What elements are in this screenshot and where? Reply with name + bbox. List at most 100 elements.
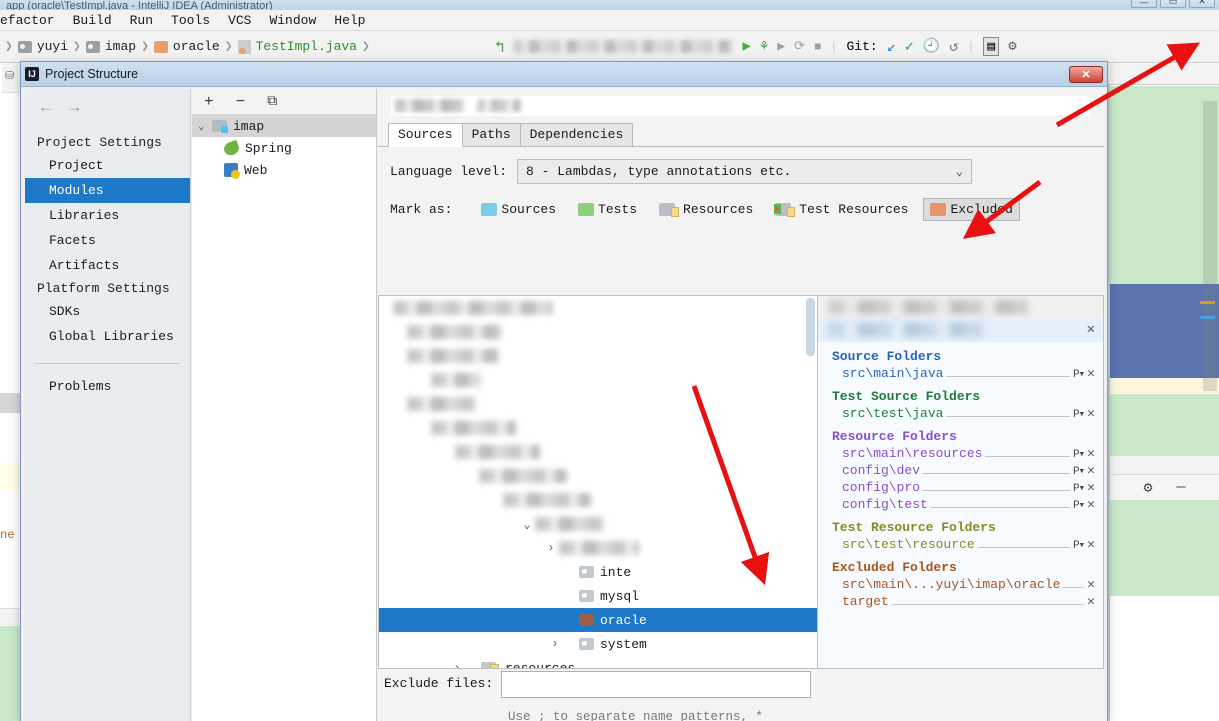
update-project-icon[interactable]: ↙ xyxy=(887,37,896,56)
package-prefix-icon[interactable]: P▾ xyxy=(1073,498,1085,512)
folders-panel-selected-row[interactable]: ✕ xyxy=(818,318,1103,342)
debug-icon[interactable]: ⚘ xyxy=(760,38,768,55)
sidebar-item-libraries[interactable]: Libraries xyxy=(25,203,190,228)
forward-icon[interactable]: → xyxy=(69,99,79,118)
tab-dependencies[interactable]: Dependencies xyxy=(519,123,634,146)
module-name-field[interactable] xyxy=(390,95,1090,117)
tree-row[interactable] xyxy=(379,440,817,464)
commit-icon[interactable]: ✓ xyxy=(905,37,914,56)
back-icon[interactable]: ← xyxy=(41,99,51,118)
folder-entry[interactable]: config\dev P▾ ✕ xyxy=(818,462,1103,479)
sidebar-item-global-libraries[interactable]: Global Libraries xyxy=(25,324,190,349)
tree-row-mysql[interactable]: mysql xyxy=(379,584,817,608)
tree-row[interactable] xyxy=(379,296,817,320)
settings-icon[interactable]: ⚙ xyxy=(1008,38,1016,55)
remove-icon[interactable]: ✕ xyxy=(1087,594,1095,609)
package-prefix-icon[interactable]: P▾ xyxy=(1073,481,1085,495)
folder-entry[interactable]: target ✕ xyxy=(818,593,1103,610)
tree-row[interactable] xyxy=(379,464,817,488)
menu-build[interactable]: Build xyxy=(73,13,112,28)
tree-row-inte[interactable]: inte xyxy=(379,560,817,584)
package-prefix-icon[interactable]: P▾ xyxy=(1073,464,1085,478)
minimize-button[interactable]: — xyxy=(1131,0,1157,8)
close-button[interactable]: ✕ xyxy=(1189,0,1215,8)
minimap-scrollbar[interactable] xyxy=(1203,101,1217,391)
back-arrow-icon[interactable]: ↰ xyxy=(495,37,505,57)
folder-entry[interactable]: src\main\java P▾ ✕ xyxy=(818,365,1103,382)
package-prefix-icon[interactable]: P▾ xyxy=(1073,447,1085,461)
run-gray-icon[interactable]: ▶ xyxy=(777,39,785,54)
sidebar-item-project[interactable]: Project xyxy=(25,153,190,178)
menu-tools[interactable]: Tools xyxy=(171,13,210,28)
tree-row[interactable]: ⌄ xyxy=(379,512,817,536)
remove-icon[interactable]: ✕ xyxy=(1087,366,1095,381)
folder-entry[interactable]: src\test\resource P▾ ✕ xyxy=(818,536,1103,553)
chevron-down-icon[interactable]: ⌄ xyxy=(956,164,963,179)
breadcrumb-item-oracle[interactable]: oracle xyxy=(173,39,220,54)
remove-icon[interactable]: ✕ xyxy=(1087,497,1095,512)
remove-icon[interactable]: ✕ xyxy=(1087,406,1095,421)
menu-run[interactable]: Run xyxy=(130,13,153,28)
run-configuration-selector[interactable] xyxy=(513,40,734,53)
breadcrumb-item-testimpl[interactable]: TestImpl.java xyxy=(256,39,357,54)
package-prefix-icon[interactable]: P▾ xyxy=(1073,407,1085,421)
breadcrumb-item-yuyi[interactable]: yuyi xyxy=(37,39,68,54)
folder-entry[interactable]: src\main\...yuyi\imap\oracle ✕ xyxy=(818,576,1103,593)
folder-entry[interactable]: src\main\resources P▾ ✕ xyxy=(818,445,1103,462)
remove-module-button[interactable]: − xyxy=(236,93,246,111)
gear-icon[interactable]: ⚙ xyxy=(1143,478,1152,497)
package-prefix-icon[interactable]: P▾ xyxy=(1073,367,1085,381)
remove-icon[interactable]: ✕ xyxy=(1087,537,1095,552)
folder-entry[interactable]: config\test P▾ ✕ xyxy=(818,496,1103,513)
dialog-close-button[interactable]: ✕ xyxy=(1069,65,1103,83)
tree-row[interactable] xyxy=(379,488,817,512)
tree-row[interactable] xyxy=(379,320,817,344)
breadcrumb-item-imap[interactable]: imap xyxy=(105,39,136,54)
tree-row[interactable] xyxy=(379,392,817,416)
mark-as-test-resources-button[interactable]: Test Resources xyxy=(768,198,915,221)
mark-as-tests-button[interactable]: Tests xyxy=(571,198,644,221)
remove-icon[interactable]: ✕ xyxy=(1087,321,1095,338)
remove-icon[interactable]: ✕ xyxy=(1087,480,1095,495)
minimize-icon[interactable]: — xyxy=(1177,479,1186,496)
tree-scrollbar[interactable] xyxy=(806,298,815,356)
tree-row[interactable]: › xyxy=(379,536,817,560)
remove-icon[interactable]: ✕ xyxy=(1087,463,1095,478)
mark-as-resources-button[interactable]: Resources xyxy=(652,198,760,221)
language-level-select[interactable]: 8 - Lambdas, type annotations etc. ⌄ xyxy=(517,159,973,184)
menu-window[interactable]: Window xyxy=(269,13,316,28)
module-tree-item-imap[interactable]: ⌄ imap xyxy=(192,115,376,137)
chevron-down-icon[interactable]: ⌄ xyxy=(519,517,535,532)
maximize-button[interactable]: ▭ xyxy=(1160,0,1186,8)
content-root-tree[interactable]: ⌄ › inte mysql oracle › system › resourc… xyxy=(378,295,818,669)
menu-refactor[interactable]: efactor xyxy=(0,13,55,28)
remove-icon[interactable]: ✕ xyxy=(1087,446,1095,461)
chevron-down-icon[interactable]: ⌄ xyxy=(198,119,212,133)
module-tree-item-web[interactable]: Web xyxy=(192,159,376,181)
tab-sources[interactable]: Sources xyxy=(388,123,463,147)
tree-row-oracle[interactable]: oracle xyxy=(379,608,817,632)
copy-module-button[interactable]: ⧉ xyxy=(267,94,277,110)
sidebar-item-sdks[interactable]: SDKs xyxy=(25,299,190,324)
rerun-icon[interactable]: ⟳ xyxy=(794,39,805,54)
add-module-button[interactable]: + xyxy=(204,93,214,111)
chevron-right-icon[interactable]: › xyxy=(543,541,559,555)
tree-row[interactable] xyxy=(379,416,817,440)
tree-row[interactable] xyxy=(379,344,817,368)
folder-entry[interactable]: src\test\java P▾ ✕ xyxy=(818,405,1103,422)
folder-entry[interactable]: config\pro P▾ ✕ xyxy=(818,479,1103,496)
run-icon[interactable]: ▶ xyxy=(742,38,750,55)
menu-help[interactable]: Help xyxy=(334,13,365,28)
sidebar-item-problems[interactable]: Problems xyxy=(25,374,190,399)
remove-icon[interactable]: ✕ xyxy=(1087,577,1095,592)
tree-row-system[interactable]: › system xyxy=(379,632,817,656)
tree-row-resources[interactable]: › resources xyxy=(379,656,817,668)
history-icon[interactable]: 🕘 xyxy=(923,38,940,55)
chevron-right-icon[interactable]: › xyxy=(449,661,465,668)
sidebar-item-modules[interactable]: Modules xyxy=(25,178,190,203)
sidebar-item-facets[interactable]: Facets xyxy=(25,228,190,253)
exclude-files-input[interactable] xyxy=(501,671,812,698)
menu-vcs[interactable]: VCS xyxy=(228,13,251,28)
undo-icon[interactable]: ↺ xyxy=(949,37,958,56)
mark-as-sources-button[interactable]: Sources xyxy=(474,198,563,221)
